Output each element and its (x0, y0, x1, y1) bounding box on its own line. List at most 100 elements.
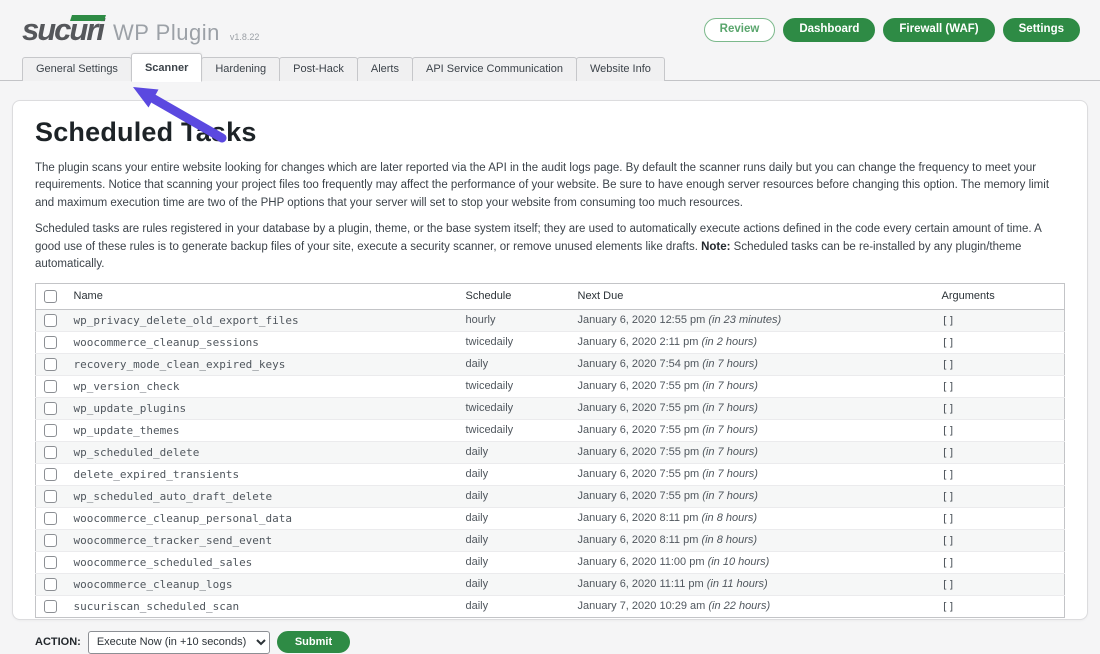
row-checkbox[interactable] (44, 358, 57, 371)
task-next-due: January 7, 2020 10:29 am (in 22 hours) (570, 595, 934, 617)
column-header-schedule: Schedule (458, 283, 570, 309)
task-next-due-date: January 6, 2020 11:11 pm (578, 578, 704, 590)
task-next-due-date: January 6, 2020 7:54 pm (578, 358, 700, 370)
row-checkbox[interactable] (44, 556, 57, 569)
task-arguments: [] (934, 375, 1065, 397)
page-title: Scheduled Tasks (35, 117, 1065, 148)
task-next-due-relative: (in 7 hours) (702, 424, 758, 436)
task-next-due: January 6, 2020 7:54 pm (in 7 hours) (570, 353, 934, 375)
task-name: woocommerce_cleanup_logs (66, 573, 458, 595)
task-name: wp_update_plugins (66, 397, 458, 419)
sucuri-logo: sucuri (22, 14, 103, 45)
dashboard-button[interactable]: Dashboard (783, 18, 875, 42)
task-arguments: [] (934, 309, 1065, 331)
task-name: sucuriscan_scheduled_scan (66, 595, 458, 617)
column-header-arguments: Arguments (934, 283, 1065, 309)
task-arguments: [] (934, 463, 1065, 485)
task-next-due-date: January 6, 2020 7:55 pm (578, 468, 700, 480)
select-all-checkbox[interactable] (44, 290, 57, 303)
row-checkbox[interactable] (44, 600, 57, 613)
task-next-due: January 6, 2020 8:11 pm (in 8 hours) (570, 529, 934, 551)
task-name: woocommerce_scheduled_sales (66, 551, 458, 573)
tab-general-settings[interactable]: General Settings (22, 57, 132, 81)
task-name: wp_scheduled_delete (66, 441, 458, 463)
row-checkbox[interactable] (44, 314, 57, 327)
task-arguments: [] (934, 573, 1065, 595)
plugin-version: v1.8.22 (230, 32, 260, 42)
brand-area: sucuri WP Plugin v1.8.22 (22, 14, 259, 46)
row-checkbox[interactable] (44, 490, 57, 503)
task-next-due-relative: (in 8 hours) (701, 512, 757, 524)
task-name: delete_expired_transients (66, 463, 458, 485)
table-row: woocommerce_cleanup_sessions twicedaily … (36, 331, 1065, 353)
task-next-due-date: January 6, 2020 8:11 pm (578, 512, 699, 524)
action-row: ACTION: Execute Now (in +10 seconds) Sub… (35, 631, 1065, 654)
tab-alerts[interactable]: Alerts (357, 57, 413, 81)
row-checkbox[interactable] (44, 336, 57, 349)
task-next-due-relative: (in 22 hours) (708, 600, 770, 612)
tab-website-info[interactable]: Website Info (576, 57, 665, 81)
row-checkbox[interactable] (44, 534, 57, 547)
row-checkbox[interactable] (44, 512, 57, 525)
task-next-due-relative: (in 7 hours) (702, 490, 758, 502)
table-header-row: Name Schedule Next Due Arguments (36, 283, 1065, 309)
table-row: wp_update_themes twicedaily January 6, 2… (36, 419, 1065, 441)
table-row: sucuriscan_scheduled_scan daily January … (36, 595, 1065, 617)
tab-api-service-communication[interactable]: API Service Communication (412, 57, 577, 81)
task-arguments: [] (934, 595, 1065, 617)
column-header-name: Name (66, 283, 458, 309)
table-row: wp_scheduled_auto_draft_delete daily Jan… (36, 485, 1065, 507)
table-row: delete_expired_transients daily January … (36, 463, 1065, 485)
task-next-due-date: January 7, 2020 10:29 am (578, 600, 706, 612)
tasks-tbody: wp_privacy_delete_old_export_files hourl… (36, 309, 1065, 617)
firewall-waf-button[interactable]: Firewall (WAF) (883, 18, 994, 42)
task-next-due-date: January 6, 2020 7:55 pm (578, 490, 700, 502)
note-label: Note: (701, 241, 730, 253)
row-checkbox[interactable] (44, 380, 57, 393)
task-next-due-date: January 6, 2020 7:55 pm (578, 380, 700, 392)
task-schedule: daily (458, 485, 570, 507)
row-checkbox[interactable] (44, 578, 57, 591)
task-next-due: January 6, 2020 2:11 pm (in 2 hours) (570, 331, 934, 353)
column-header-next-due: Next Due (570, 283, 934, 309)
scanner-panel: Scheduled Tasks The plugin scans your en… (12, 100, 1088, 620)
task-name: wp_scheduled_auto_draft_delete (66, 485, 458, 507)
task-schedule: twicedaily (458, 397, 570, 419)
table-row: wp_update_plugins twicedaily January 6, … (36, 397, 1065, 419)
task-next-due-relative: (in 8 hours) (701, 534, 757, 546)
task-next-due: January 6, 2020 7:55 pm (in 7 hours) (570, 419, 934, 441)
task-schedule: daily (458, 441, 570, 463)
task-schedule: daily (458, 507, 570, 529)
scanner-description: The plugin scans your entire website loo… (35, 160, 1065, 212)
task-next-due-relative: (in 2 hours) (701, 336, 757, 348)
table-row: wp_scheduled_delete daily January 6, 202… (36, 441, 1065, 463)
submit-button[interactable]: Submit (277, 631, 350, 653)
tab-post-hack[interactable]: Post-Hack (279, 57, 358, 81)
action-select[interactable]: Execute Now (in +10 seconds) (88, 631, 270, 654)
task-schedule: daily (458, 463, 570, 485)
table-row: wp_version_check twicedaily January 6, 2… (36, 375, 1065, 397)
row-checkbox[interactable] (44, 424, 57, 437)
task-next-due: January 6, 2020 8:11 pm (in 8 hours) (570, 507, 934, 529)
tab-hardening[interactable]: Hardening (201, 57, 280, 81)
task-arguments: [] (934, 331, 1065, 353)
sucuri-logo-green-bar (70, 15, 106, 21)
review-button[interactable]: Review (704, 18, 776, 42)
table-row: woocommerce_scheduled_sales daily Januar… (36, 551, 1065, 573)
task-arguments: [] (934, 551, 1065, 573)
row-checkbox[interactable] (44, 446, 57, 459)
task-arguments: [] (934, 353, 1065, 375)
tab-scanner[interactable]: Scanner (131, 53, 202, 82)
action-label: ACTION: (35, 636, 81, 648)
task-next-due: January 6, 2020 7:55 pm (in 7 hours) (570, 463, 934, 485)
task-next-due-date: January 6, 2020 8:11 pm (578, 534, 699, 546)
plugin-name: WP Plugin (113, 20, 220, 46)
task-next-due: January 6, 2020 11:11 pm (in 11 hours) (570, 573, 934, 595)
task-arguments: [] (934, 419, 1065, 441)
task-next-due-date: January 6, 2020 7:55 pm (578, 402, 700, 414)
row-checkbox[interactable] (44, 468, 57, 481)
task-arguments: [] (934, 485, 1065, 507)
task-next-due-relative: (in 10 hours) (708, 556, 770, 568)
settings-button[interactable]: Settings (1003, 18, 1080, 42)
row-checkbox[interactable] (44, 402, 57, 415)
